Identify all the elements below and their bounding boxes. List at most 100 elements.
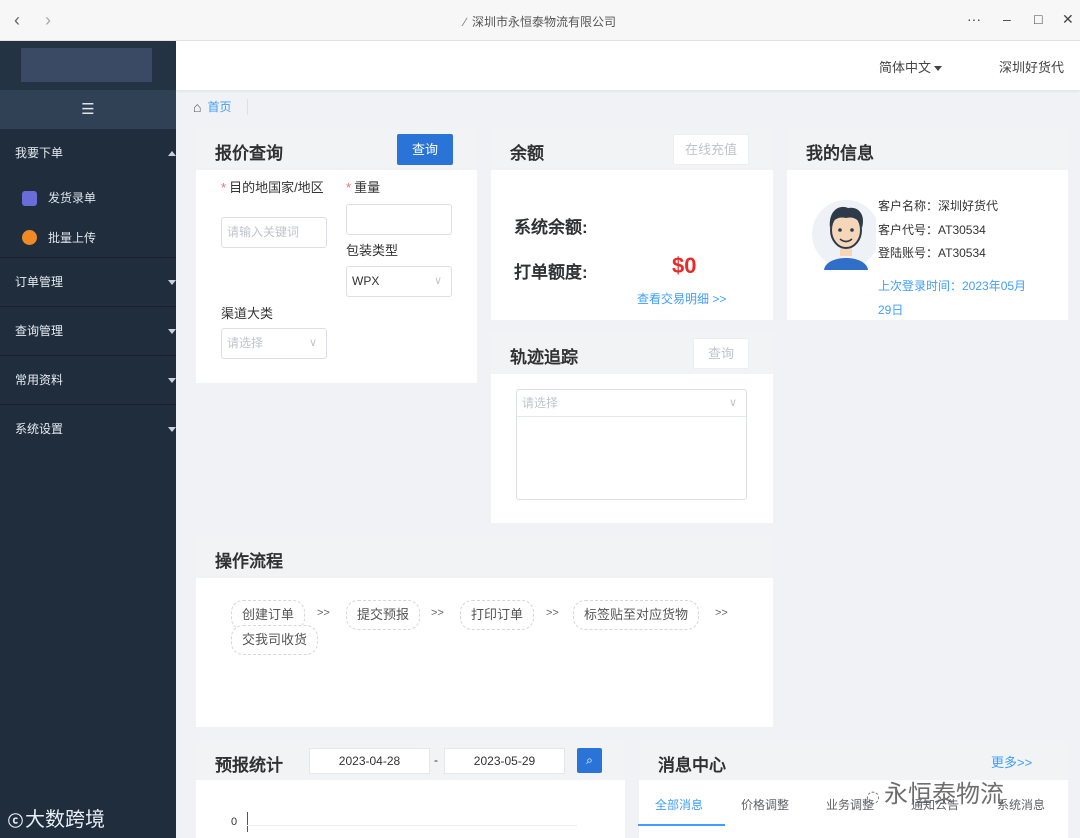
customer-code: 客户代号：AT30534 (878, 223, 986, 237)
logo-area (0, 41, 176, 90)
more-messages-link[interactable]: 更多>> (991, 752, 1032, 771)
grid-line (247, 825, 577, 826)
chevron-down-icon: ∨ (308, 337, 317, 349)
close-icon[interactable]: ✕ (1062, 11, 1074, 28)
y-axis-line (247, 812, 248, 832)
divider (247, 98, 249, 115)
channel-label: 渠道大类 (221, 306, 274, 321)
destination-input[interactable]: 请输入关键词 (221, 217, 327, 248)
breadcrumb-home[interactable]: 首页 (207, 98, 231, 115)
step-arrow: >> (546, 607, 559, 619)
card-title: 消息中心 (658, 756, 726, 775)
home-icon: ⌂ (193, 98, 202, 115)
destination-label: * 目的地国家/地区 (221, 180, 324, 195)
card-header: 我的信息 (787, 129, 1068, 170)
step-arrow: >> (715, 607, 728, 619)
sidebar: ☰ 我要下单 发货录单 批量上传 订单管理 查询管理 常用资料 系统设置 (0, 41, 176, 838)
chevron-down-icon (168, 280, 176, 285)
chevron-down-icon: ∨ (433, 275, 442, 287)
channel-select[interactable]: 请选择 ∨ (221, 328, 327, 359)
start-date-input[interactable]: 2023-04-28 (309, 748, 430, 774)
last-login-time: 上次登录时间：2023年05月 (878, 279, 1027, 293)
end-date-input[interactable]: 2023-05-29 (444, 748, 565, 774)
chevron-down-icon: ∨ (728, 397, 737, 409)
date-separator: - (434, 753, 438, 767)
tracking-textarea[interactable]: 请选择 ∨ (516, 389, 747, 500)
card-title: 余额 (510, 144, 544, 163)
my-info-card: 我的信息 客户名称：深圳好货代 客户代号：AT30534 登陆账号：AT3053… (787, 129, 1068, 320)
quote-card: 报价查询 查询 * 目的地国家/地区 请输入关键词 * 重量 包装类型 WPX ∨ … (196, 129, 477, 383)
card-title: 报价查询 (215, 144, 283, 163)
chevron-down-icon (168, 378, 176, 383)
card-header: 报价查询 查询 (196, 129, 477, 170)
sidebar-item-place-order[interactable]: 我要下单 (0, 129, 176, 178)
minimize-icon[interactable]: – (1003, 11, 1011, 27)
submenu-place-order: 发货录单 批量上传 (0, 178, 176, 258)
card-title: 预报统计 (215, 756, 283, 775)
document-icon (22, 190, 37, 206)
watermark-right: ◌ 永恒泰物流 (866, 780, 1004, 808)
logo (21, 48, 152, 82)
package-type-label: 包装类型 (346, 243, 399, 258)
search-icon: ⌕ (586, 753, 593, 767)
step-submit-forecast: 提交预报 (346, 600, 421, 630)
tab-all-messages[interactable]: 全部消息 (655, 796, 703, 813)
customer-name: 客户名称：深圳好货代 (878, 199, 999, 213)
caret-down-icon (934, 66, 942, 72)
active-tab-indicator (638, 824, 725, 826)
tracking-card: 轨迹追踪 查询 请选择 ∨ (491, 333, 773, 523)
weight-label: * 重量 (346, 180, 381, 195)
balance-card: 余额 在线充值 系统余额: 打单额度: $0 查看交易明细 >> (491, 129, 773, 320)
language-dropdown[interactable]: 简体中文 (879, 57, 942, 76)
breadcrumb: ⌂ 首页 (193, 98, 249, 115)
avatar (812, 200, 876, 270)
y-axis-tick: 0 (231, 816, 238, 828)
sidebar-item-common-data[interactable]: 常用资料 (0, 356, 176, 405)
quote-query-button[interactable]: 查询 (397, 134, 453, 165)
browser-titlebar: ‹ › ∕ 深圳市永恒泰物流有限公司 ··· – □ ✕ (0, 0, 1080, 41)
card-header: 轨迹追踪 查询 (491, 333, 773, 374)
sidebar-item-order-management[interactable]: 订单管理 (0, 258, 176, 307)
chevron-down-icon (168, 427, 176, 432)
top-header: 简体中文 深圳好货代 (176, 41, 1080, 90)
tracking-type-select[interactable]: 请选择 ∨ (517, 390, 746, 417)
window-title: ∕ 深圳市永恒泰物流有限公司 (463, 15, 617, 29)
forecast-search-button[interactable]: ⌕ (577, 748, 602, 773)
chevron-up-icon (168, 151, 176, 156)
menu-collapse-icon[interactable]: ☰ (0, 90, 176, 129)
step-arrow: >> (431, 607, 444, 619)
step-arrow: >> (317, 607, 330, 619)
login-account: 登陆账号：AT30534 (878, 246, 986, 260)
last-login-time-cont: 29日 (878, 303, 904, 317)
tab-price-adjustment[interactable]: 价格调整 (741, 796, 789, 813)
recharge-button[interactable]: 在线充值 (673, 134, 749, 165)
package-type-select[interactable]: WPX ∨ (346, 266, 452, 297)
print-quota-label: 打单额度: (514, 263, 588, 282)
card-title: 操作流程 (215, 552, 283, 571)
card-title: 我的信息 (806, 144, 874, 163)
transaction-details-link[interactable]: 查看交易明细 >> (637, 290, 726, 307)
step-deliver-goods: 交我司收货 (231, 625, 319, 655)
sidebar-item-system-settings[interactable]: 系统设置 (0, 405, 176, 454)
step-print-order: 打印订单 (460, 600, 535, 630)
watermark-left: ⓒ 大数跨境 (8, 807, 106, 831)
sidebar-item-batch-upload[interactable]: 批量上传 (0, 218, 176, 258)
more-options-icon[interactable]: ··· (967, 11, 981, 27)
card-header: 操作流程 (196, 537, 773, 578)
print-quota-value: $0 (672, 253, 697, 278)
card-header: 余额 在线充值 (491, 129, 773, 170)
user-menu[interactable]: 深圳好货代 (999, 57, 1064, 76)
card-title: 轨迹追踪 (510, 348, 578, 367)
link-icon: ∕ (463, 15, 466, 29)
tracking-query-button[interactable]: 查询 (693, 338, 749, 369)
chevron-down-icon (168, 329, 176, 334)
sidebar-item-create-shipment[interactable]: 发货录单 (0, 178, 176, 218)
step-apply-label: 标签贴至对应货物 (573, 600, 700, 630)
maximize-icon[interactable]: □ (1034, 11, 1042, 27)
upload-icon (22, 230, 37, 245)
system-balance-label: 系统余额: (514, 218, 588, 237)
workflow-card: 操作流程 创建订单 >> 提交预报 >> 打印订单 >> 标签贴至对应货物 >>… (196, 537, 773, 727)
tab-system-messages[interactable]: 系统消息 (997, 796, 1045, 813)
sidebar-item-query-management[interactable]: 查询管理 (0, 307, 176, 356)
weight-input[interactable] (346, 204, 452, 235)
